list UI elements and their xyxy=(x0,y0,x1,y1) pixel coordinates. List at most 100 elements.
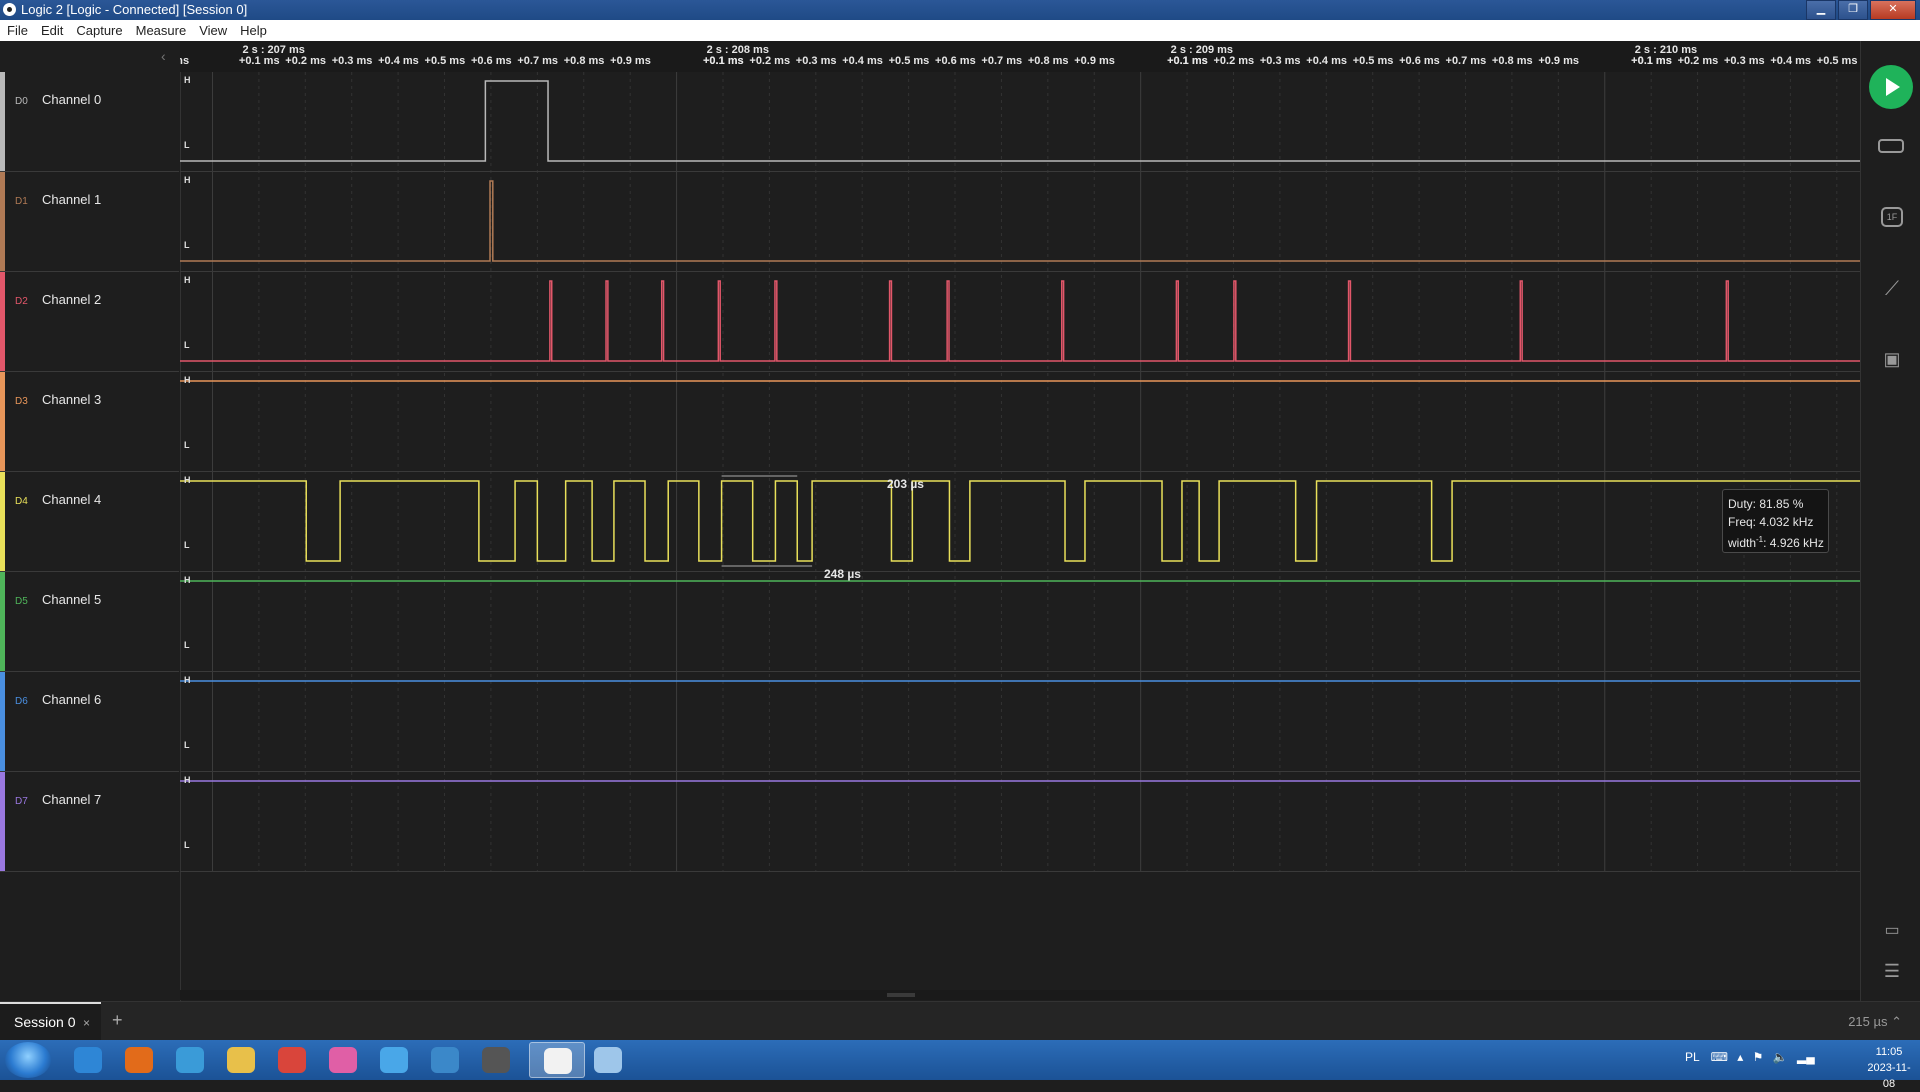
channel-name[interactable]: Channel 2 xyxy=(42,292,101,307)
analyzers-icon[interactable]: 1F xyxy=(1881,207,1903,227)
menu-measure[interactable]: Measure xyxy=(129,20,193,38)
language-indicator[interactable]: PL xyxy=(1685,1050,1699,1064)
channel-name[interactable]: Channel 0 xyxy=(42,92,101,107)
add-tab-plus-icon[interactable]: + xyxy=(112,1010,123,1031)
time-tick-label: +0.7 ms xyxy=(981,55,1023,67)
taskbar-internet-explorer-icon[interactable] xyxy=(60,1042,116,1078)
window-controls: ▁ ❐ ✕ xyxy=(1806,0,1916,20)
channel-id: D7 xyxy=(15,796,28,807)
level-low-label: L xyxy=(184,840,190,850)
taskbar-video-editor-icon[interactable] xyxy=(468,1042,524,1078)
time-tick-label: +0.4 ms xyxy=(1770,55,1812,67)
taskbar-file-explorer-icon[interactable] xyxy=(213,1042,269,1078)
channel-id: D2 xyxy=(15,296,28,307)
start-button-windows-icon[interactable] xyxy=(5,1042,51,1078)
taskbar-network-browser-icon[interactable] xyxy=(162,1042,218,1078)
taskbar-chrome-icon[interactable] xyxy=(264,1042,320,1078)
level-low-label: L xyxy=(184,740,190,750)
volume-icon[interactable]: 🔈 xyxy=(1773,1050,1788,1064)
close-button[interactable]: ✕ xyxy=(1870,0,1916,20)
notes-icon[interactable]: ▭ xyxy=(1878,919,1906,943)
menu-edit[interactable]: Edit xyxy=(34,20,69,38)
level-high-label: H xyxy=(184,375,191,385)
network-signal-icon[interactable]: ▂▄ xyxy=(1797,1050,1815,1064)
level-low-label: L xyxy=(184,440,190,450)
maximize-button[interactable]: ❐ xyxy=(1838,0,1868,20)
clock[interactable]: 11:05 2023-11-08 xyxy=(1862,1044,1916,1092)
session-tab-bar: Session 0 × + 215 µs ⌃ xyxy=(0,1001,1920,1041)
taskbar-dots-app-icon[interactable] xyxy=(366,1042,422,1078)
action-center-flag-icon[interactable]: ⚑ xyxy=(1753,1050,1764,1064)
menu-help[interactable]: Help xyxy=(233,20,273,38)
channel-color-stripe xyxy=(0,472,5,571)
channel-id: D6 xyxy=(15,696,28,707)
duty-cycle-value: Duty: 81.85 % xyxy=(1728,497,1804,511)
start-capture-play-icon[interactable] xyxy=(1869,65,1913,109)
channel-name[interactable]: Channel 4 xyxy=(42,492,101,507)
level-low-label: L xyxy=(184,240,190,250)
file-explorer-icon xyxy=(227,1047,255,1073)
inverse-width-prefix: width xyxy=(1728,536,1757,550)
zoom-level[interactable]: 215 µs ⌃ xyxy=(1848,1014,1902,1030)
level-low-label: L xyxy=(184,540,190,550)
window-title: Logic 2 [Logic - Connected] [Session 0] xyxy=(21,2,248,17)
channel-name[interactable]: Channel 1 xyxy=(42,192,101,207)
time-tick-label: +0.4 ms xyxy=(378,55,419,67)
keyboard-icon[interactable]: ⌨ xyxy=(1711,1050,1728,1064)
collapse-sidebar-chevron-icon[interactable]: ‹ xyxy=(161,48,166,64)
channel-row-6[interactable]: D6 Channel 6 xyxy=(0,672,179,772)
paint-icon xyxy=(594,1047,622,1073)
channel-row-7[interactable]: D7 Channel 7 xyxy=(0,772,179,872)
system-tray: PL ⌨ ▴ ⚑ 🔈 ▂▄ xyxy=(1685,1050,1815,1064)
extensions-icon[interactable]: ▣ xyxy=(1878,347,1906,371)
clock-time: 11:05 xyxy=(1875,1046,1903,1058)
minimize-button[interactable]: ▁ xyxy=(1806,0,1836,20)
channel-row-4[interactable]: D4 Channel 4 xyxy=(0,472,179,572)
waveform-area[interactable]: 203 µs 248 µs H L H L H L H L H L H L H L H L xyxy=(180,72,1860,1000)
channel-row-2[interactable]: D2 Channel 2 xyxy=(0,272,179,372)
time-ruler[interactable]: 0 ms2 s : 207 ms2 s : 208 ms2 s : 209 ms… xyxy=(180,41,1860,72)
media-player-icon xyxy=(125,1047,153,1073)
time-tick-label: +0.2 ms xyxy=(1677,55,1719,67)
taskbar-logic2-icon[interactable] xyxy=(529,1042,585,1078)
channel-color-stripe xyxy=(0,572,5,671)
menu-view[interactable]: View xyxy=(192,20,233,38)
windows-taskbar: PL ⌨ ▴ ⚑ 🔈 ▂▄ 11:05 2023-11-08 xyxy=(0,1040,1920,1090)
time-tick-label: 0 ms xyxy=(180,55,190,67)
menu-file[interactable]: File xyxy=(0,20,34,38)
channel-name[interactable]: Channel 6 xyxy=(42,692,101,707)
channel-name[interactable]: Channel 5 xyxy=(42,592,101,607)
tab-label: Session 0 xyxy=(14,1014,76,1030)
channel-row-0[interactable]: D0 Channel 0 xyxy=(0,72,179,172)
level-high-label: H xyxy=(184,775,191,785)
taskbar-paint-icon[interactable] xyxy=(580,1042,636,1078)
channel-color-stripe xyxy=(0,372,5,471)
time-tick-label: +0.4 ms xyxy=(1306,55,1347,67)
measure-ruler-icon[interactable]: ⟋ xyxy=(1878,277,1906,301)
channel-row-1[interactable]: D1 Channel 1 xyxy=(0,172,179,272)
device-settings-icon[interactable] xyxy=(1878,135,1906,159)
channel-color-stripe xyxy=(0,272,5,371)
taskbar-figma-like-app-icon[interactable] xyxy=(315,1042,371,1078)
tab-session-0[interactable]: Session 0 × xyxy=(0,1002,101,1040)
chrome-icon xyxy=(278,1047,306,1073)
horizontal-scrollbar[interactable] xyxy=(180,990,1860,1000)
tray-expand-icon[interactable]: ▴ xyxy=(1737,1050,1743,1064)
time-tick-label: +0.1 ms xyxy=(1167,55,1208,67)
taskbar-mu-editor-icon[interactable] xyxy=(417,1042,473,1078)
menu-capture[interactable]: Capture xyxy=(69,20,128,38)
level-high-label: H xyxy=(184,675,191,685)
time-tick-label: +0.6 ms xyxy=(470,55,512,67)
pulse-width-label: 203 µs xyxy=(887,477,924,491)
scrollbar-thumb[interactable] xyxy=(887,993,915,997)
channel-row-5[interactable]: D5 Channel 5 xyxy=(0,572,179,672)
tab-close-icon[interactable]: × xyxy=(83,1016,90,1030)
channel-color-stripe xyxy=(0,72,5,171)
channel-row-3[interactable]: D3 Channel 3 xyxy=(0,372,179,472)
taskbar-media-player-icon[interactable] xyxy=(111,1042,167,1078)
menu-icon[interactable]: ☰ xyxy=(1878,959,1906,983)
clock-date: 2023-11-08 xyxy=(1867,1062,1911,1090)
inverse-width-number: : 4.926 kHz xyxy=(1763,536,1824,550)
channel-name[interactable]: Channel 7 xyxy=(42,792,101,807)
channel-name[interactable]: Channel 3 xyxy=(42,392,101,407)
